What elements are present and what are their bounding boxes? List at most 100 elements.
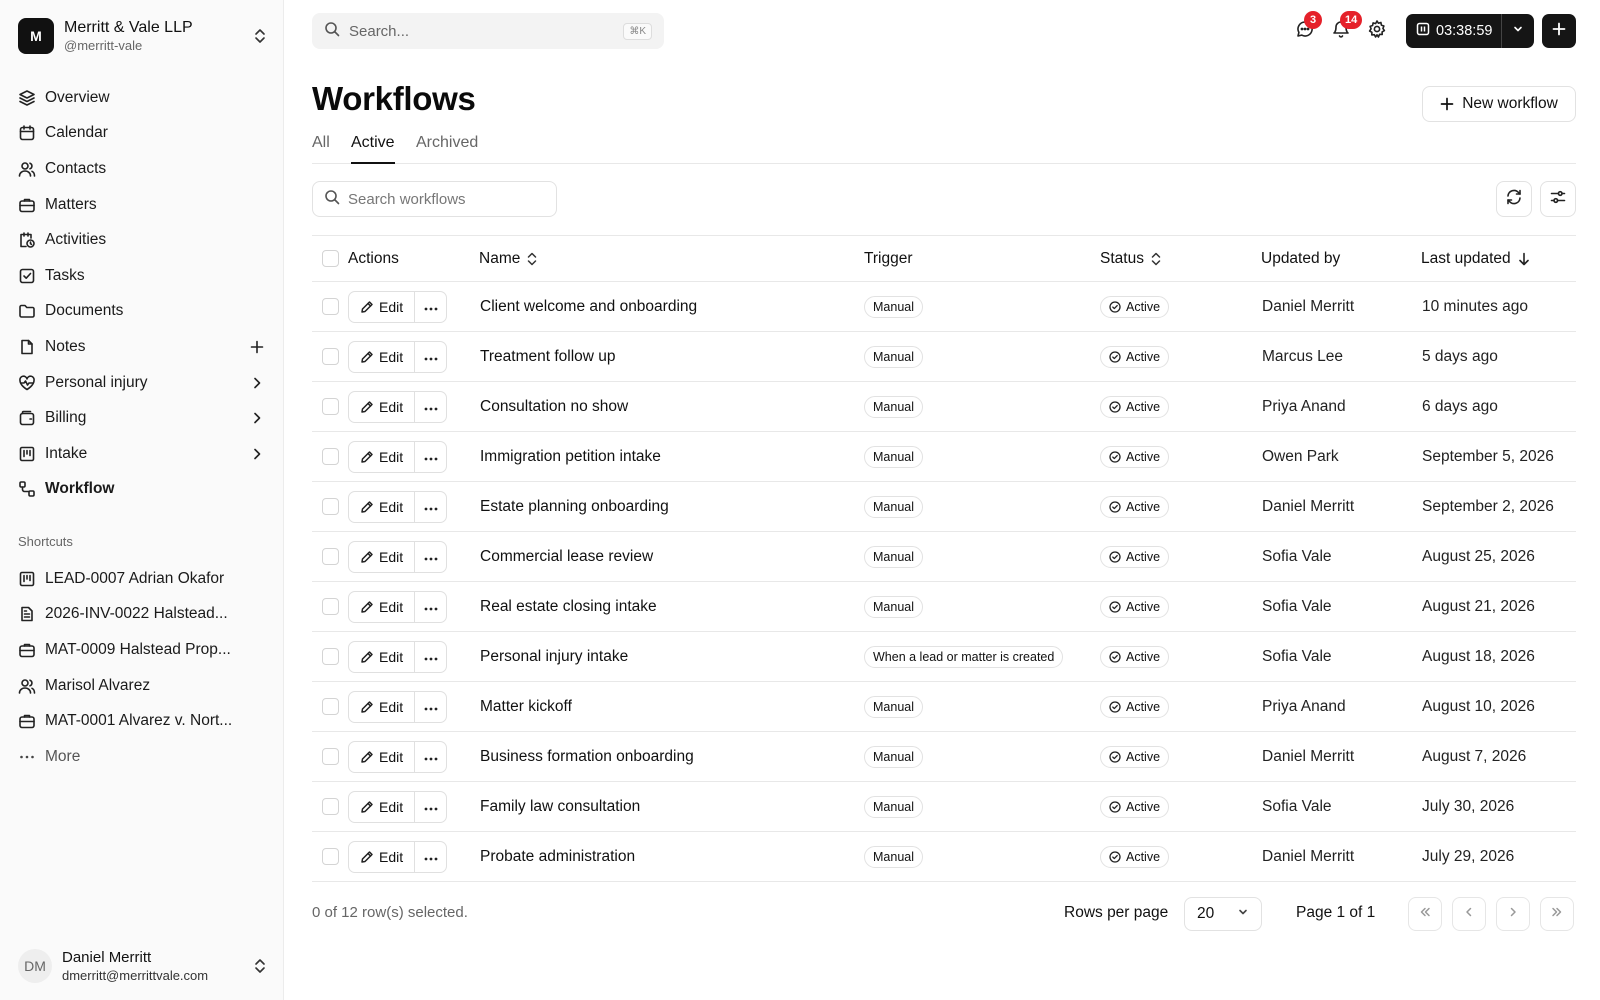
row-more-button[interactable]: [415, 290, 448, 323]
table-row[interactable]: Edit Commercial lease review Manual Active S…: [312, 532, 1576, 582]
row-more-button[interactable]: [415, 490, 448, 523]
row-checkbox[interactable]: [322, 848, 339, 865]
workflow-name[interactable]: Family law consultation: [480, 782, 640, 831]
user-menu[interactable]: DM Daniel Merritt dmerritt@merrittvale.c…: [18, 946, 270, 986]
workflow-name[interactable]: Treatment follow up: [480, 332, 616, 381]
row-checkbox[interactable]: [322, 798, 339, 815]
table-row[interactable]: Edit Probate administration Manual Active Da…: [312, 832, 1576, 882]
table-row[interactable]: Edit Real estate closing intake Manual Acti…: [312, 582, 1576, 632]
row-more-button[interactable]: [415, 340, 448, 373]
chevron-right-icon[interactable]: [248, 409, 266, 427]
first-page-button[interactable]: [1408, 897, 1442, 931]
tab-all[interactable]: All: [312, 134, 330, 164]
timer-menu-button[interactable]: [1502, 14, 1534, 48]
global-search[interactable]: Search... ⌘K: [312, 13, 664, 49]
row-checkbox[interactable]: [322, 348, 339, 365]
table-row[interactable]: Edit Family law consultation Manual Active S…: [312, 782, 1576, 832]
sidebar-item-overview[interactable]: Overview: [10, 80, 274, 116]
header-last-updated[interactable]: Last updated: [1421, 236, 1531, 281]
tab-archived[interactable]: Archived: [416, 134, 478, 164]
sidebar-item-matters[interactable]: Matters: [10, 187, 274, 223]
sidebar-item-contacts[interactable]: Contacts: [10, 151, 274, 187]
settings-button[interactable]: [1366, 19, 1388, 42]
row-checkbox[interactable]: [322, 398, 339, 415]
row-more-button[interactable]: [415, 790, 448, 823]
edit-button[interactable]: Edit: [348, 690, 416, 723]
row-more-button[interactable]: [415, 440, 448, 473]
shortcut-item[interactable]: MAT-0001 Alvarez v. Nort...: [10, 703, 274, 739]
row-checkbox[interactable]: [322, 648, 339, 665]
quick-create-button[interactable]: [1542, 14, 1576, 48]
row-more-button[interactable]: [415, 690, 448, 723]
workflow-name[interactable]: Immigration petition intake: [480, 432, 661, 481]
select-all-checkbox[interactable]: [322, 250, 339, 267]
row-checkbox[interactable]: [322, 298, 339, 315]
edit-button[interactable]: Edit: [348, 790, 416, 823]
row-checkbox[interactable]: [322, 498, 339, 515]
row-checkbox[interactable]: [322, 698, 339, 715]
header-name[interactable]: Name: [479, 236, 538, 281]
plus-icon[interactable]: [248, 338, 266, 356]
sidebar-item-tasks[interactable]: Tasks: [10, 258, 274, 294]
shortcuts-more[interactable]: More: [10, 739, 274, 775]
edit-button[interactable]: Edit: [348, 340, 416, 373]
edit-button[interactable]: Edit: [348, 290, 416, 323]
edit-button[interactable]: Edit: [348, 390, 416, 423]
shortcut-item[interactable]: 2026-INV-0022 Halstead...: [10, 597, 274, 633]
row-more-button[interactable]: [415, 590, 448, 623]
edit-button[interactable]: Edit: [348, 840, 416, 873]
sidebar-item-notes[interactable]: Notes: [10, 329, 274, 365]
workflow-name[interactable]: Client welcome and onboarding: [480, 282, 697, 331]
workflow-search-input[interactable]: [348, 190, 538, 208]
workflow-name[interactable]: Matter kickoff: [480, 682, 572, 731]
workflow-name[interactable]: Probate administration: [480, 832, 635, 881]
edit-button[interactable]: Edit: [348, 490, 416, 523]
team-switcher[interactable]: M Merritt & Vale LLP @merritt-vale: [18, 16, 270, 56]
sidebar-item-workflow[interactable]: Workflow: [10, 472, 274, 508]
edit-button[interactable]: Edit: [348, 440, 416, 473]
table-row[interactable]: Edit Estate planning onboarding Manual Acti…: [312, 482, 1576, 532]
rows-per-page-select[interactable]: 20: [1184, 897, 1262, 931]
table-row[interactable]: Edit Matter kickoff Manual Active Priya Anan…: [312, 682, 1576, 732]
row-checkbox[interactable]: [322, 748, 339, 765]
table-row[interactable]: Edit Treatment follow up Manual Active Marcu…: [312, 332, 1576, 382]
table-row[interactable]: Edit Business formation onboarding Manual A…: [312, 732, 1576, 782]
messages-button[interactable]: 3: [1294, 11, 1322, 42]
new-workflow-button[interactable]: New workflow: [1422, 86, 1576, 122]
sidebar-item-calendar[interactable]: Calendar: [10, 116, 274, 152]
last-page-button[interactable]: [1540, 897, 1574, 931]
workflow-name[interactable]: Business formation onboarding: [480, 732, 694, 781]
sidebar-item-billing[interactable]: Billing: [10, 400, 274, 436]
notifications-button[interactable]: 14: [1330, 11, 1363, 42]
workflow-name[interactable]: Personal injury intake: [480, 632, 628, 681]
table-row[interactable]: Edit Client welcome and onboarding Manual A…: [312, 282, 1576, 332]
workflow-name[interactable]: Real estate closing intake: [480, 582, 657, 631]
previous-page-button[interactable]: [1452, 897, 1486, 931]
row-more-button[interactable]: [415, 390, 448, 423]
sidebar-item-documents[interactable]: Documents: [10, 294, 274, 330]
table-row[interactable]: Edit Immigration petition intake Manual Act…: [312, 432, 1576, 482]
row-checkbox[interactable]: [322, 598, 339, 615]
edit-button[interactable]: Edit: [348, 540, 416, 573]
next-page-button[interactable]: [1496, 897, 1530, 931]
row-more-button[interactable]: [415, 540, 448, 573]
sidebar-item-intake[interactable]: Intake: [10, 436, 274, 472]
chevron-right-icon[interactable]: [248, 374, 266, 392]
refresh-button[interactable]: [1496, 181, 1532, 217]
timer-toggle-button[interactable]: 03:38:59: [1406, 14, 1502, 48]
shortcut-item[interactable]: LEAD-0007 Adrian Okafor: [10, 561, 274, 597]
row-more-button[interactable]: [415, 840, 448, 873]
table-row[interactable]: Edit Consultation no show Manual Active Priy…: [312, 382, 1576, 432]
row-checkbox[interactable]: [322, 548, 339, 565]
edit-button[interactable]: Edit: [348, 590, 416, 623]
tab-active[interactable]: Active: [351, 134, 395, 164]
row-more-button[interactable]: [415, 640, 448, 673]
header-status[interactable]: Status: [1100, 236, 1162, 281]
edit-button[interactable]: Edit: [348, 740, 416, 773]
sidebar-item-personal-injury[interactable]: Personal injury: [10, 365, 274, 401]
workflow-name[interactable]: Consultation no show: [480, 382, 628, 431]
workflow-name[interactable]: Commercial lease review: [480, 532, 653, 581]
edit-button[interactable]: Edit: [348, 640, 416, 673]
row-more-button[interactable]: [415, 740, 448, 773]
row-checkbox[interactable]: [322, 448, 339, 465]
